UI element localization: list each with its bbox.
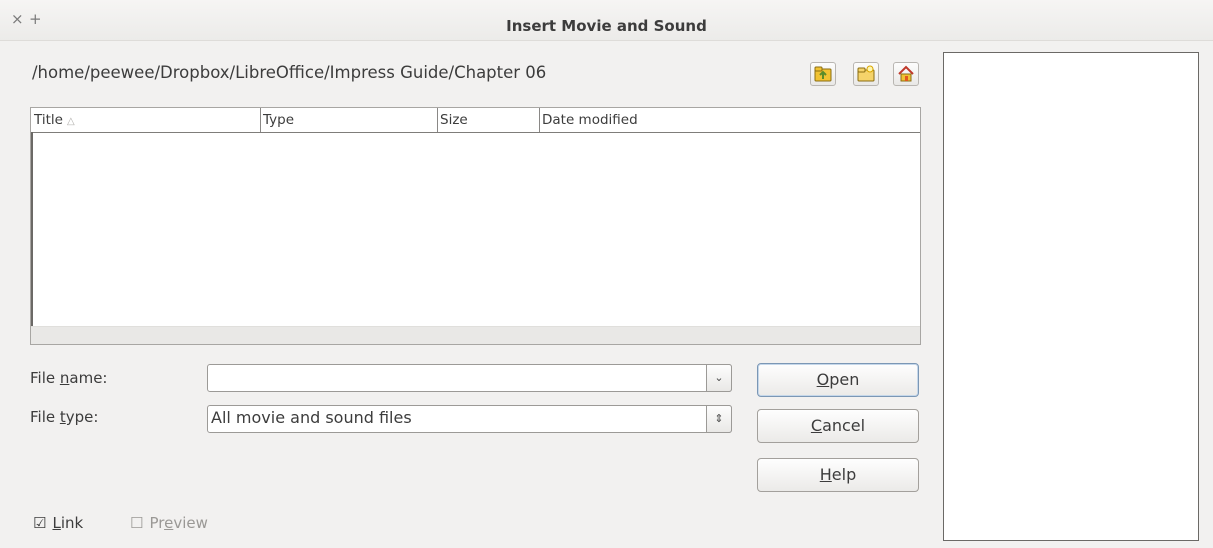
horizontal-scrollbar[interactable] <box>31 326 920 344</box>
folder-up-button[interactable] <box>810 62 836 86</box>
file-list[interactable]: Title △ Type Size Date modified <box>30 107 921 345</box>
help-button[interactable]: Help <box>757 458 919 492</box>
home-icon <box>898 65 914 82</box>
new-folder-button[interactable] <box>853 62 879 86</box>
file-list-border <box>31 132 33 344</box>
column-divider[interactable] <box>260 108 261 132</box>
preview-checkbox[interactable]: ☐ Preview <box>130 514 208 532</box>
sort-ascending-icon: △ <box>66 116 75 127</box>
column-title[interactable]: Title △ <box>34 112 75 128</box>
cancel-button[interactable]: Cancel <box>757 409 919 443</box>
link-checkbox[interactable]: ☑ Link <box>33 514 83 532</box>
column-date-modified[interactable]: Date modified <box>542 112 638 128</box>
column-type[interactable]: Type <box>263 112 294 128</box>
home-button[interactable] <box>893 62 919 86</box>
file-type-spinner-button[interactable]: ⇕ <box>706 405 732 433</box>
window-title: Insert Movie and Sound <box>506 17 707 35</box>
file-type-value: All movie and sound files <box>211 408 412 427</box>
file-name-label: File name: <box>30 369 108 387</box>
current-path: /home/peewee/Dropbox/LibreOffice/Impress… <box>32 63 547 82</box>
file-list-header: Title △ Type Size Date modified <box>31 108 920 133</box>
chevron-down-icon: ⌄ <box>714 371 724 384</box>
column-divider[interactable] <box>437 108 438 132</box>
file-name-dropdown-button[interactable]: ⌄ <box>706 364 732 392</box>
file-name-input[interactable]: ⌄ <box>207 364 732 392</box>
open-button[interactable]: Open <box>757 363 919 397</box>
column-divider[interactable] <box>539 108 540 132</box>
folder-up-icon <box>814 66 832 82</box>
checkbox-unchecked-icon: ☐ <box>130 514 144 532</box>
up-down-arrows-icon: ⇕ <box>714 412 724 425</box>
title-bar: × + Insert Movie and Sound <box>0 0 1213 41</box>
file-type-label: File type: <box>30 408 99 426</box>
new-folder-icon <box>857 65 875 82</box>
preview-pane <box>943 52 1199 541</box>
checkbox-checked-icon: ☑ <box>33 514 47 532</box>
column-size[interactable]: Size <box>440 112 468 128</box>
file-type-select[interactable]: All movie and sound files ⇕ <box>207 405 732 433</box>
